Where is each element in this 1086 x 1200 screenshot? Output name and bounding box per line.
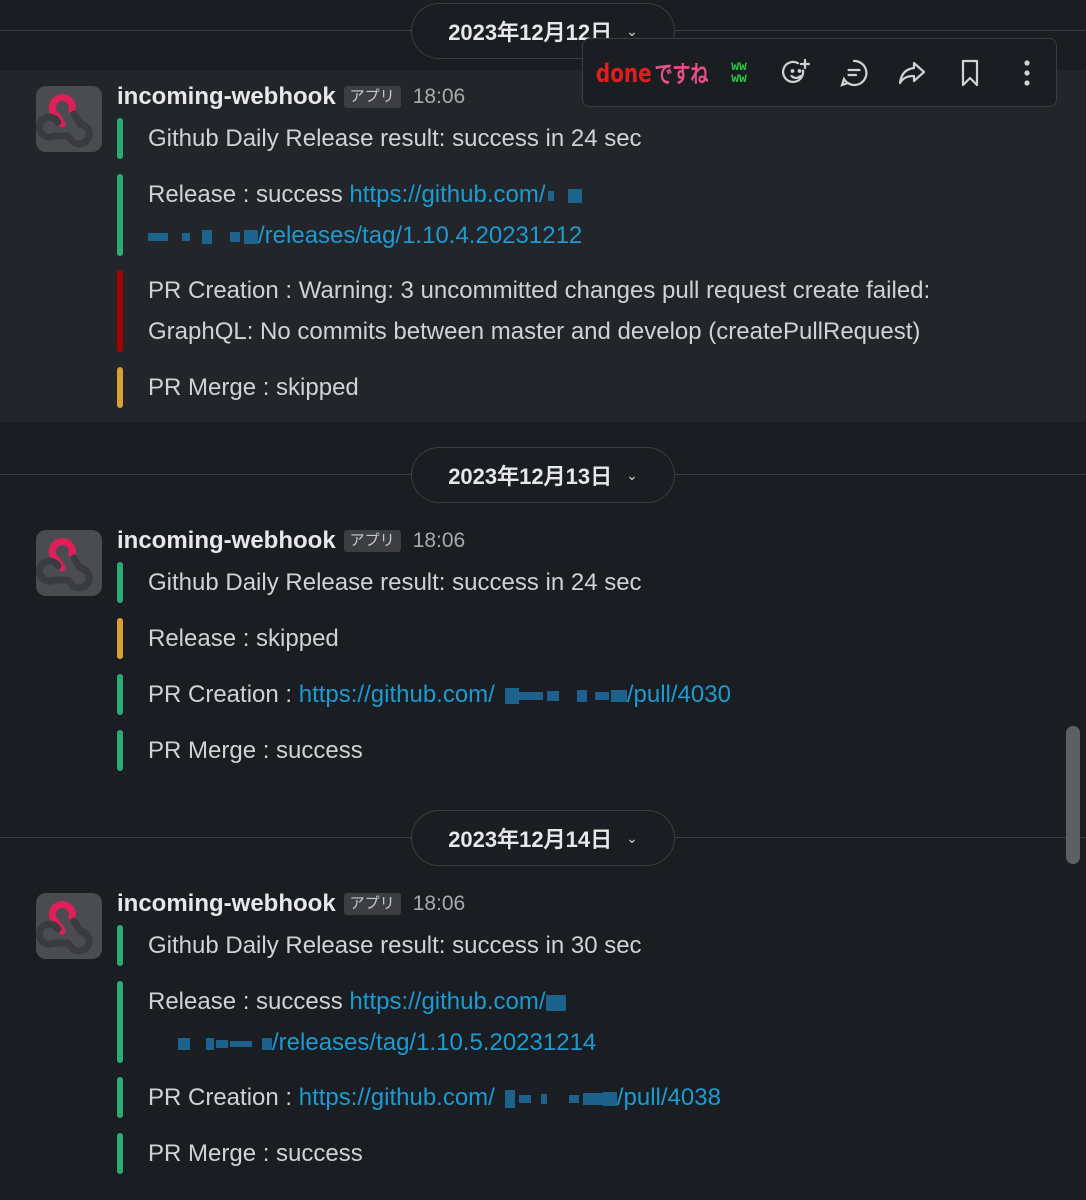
share-icon[interactable] [883,48,941,98]
release-link-continued[interactable]: /releases/tag/1.10.4.20231212 [148,222,582,249]
message-3[interactable]: incoming-webhook アプリ 18:06 Github Daily … [0,877,1086,1187]
message-1[interactable]: incoming-webhook アプリ 18:06 Github Daily … [0,70,1086,422]
bookmark-icon[interactable] [941,48,999,98]
summary-text: Github Daily Release result: success in … [148,932,642,959]
pr-merge-text: PR Merge : success [148,1140,363,1167]
pr-creation-label: PR Creation : [148,1084,299,1111]
attachment-pr-creation: PR Creation : Warning: 3 uncommitted cha… [117,270,930,352]
date-label: 2023年12月14日 [448,827,613,852]
reaction-desune[interactable]: ですね [653,48,711,98]
sender-name[interactable]: incoming-webhook [117,890,336,918]
date-divider: 2023年12月14日 ⌄ [0,810,1086,866]
reaction-www[interactable]: ww ww [710,48,768,98]
date-label: 2023年12月13日 [448,464,613,489]
release-label: Release : success [148,988,350,1015]
attachment-pr-merge: PR Merge : success [117,730,363,771]
attachment-release: Release : skipped [117,618,339,659]
webhook-avatar[interactable] [36,86,102,152]
sender-name[interactable]: incoming-webhook [117,527,336,555]
release-text: Release : skipped [148,625,339,652]
chevron-down-icon: ⌄ [626,829,638,846]
pr-creation-warning: PR Creation : Warning: 3 uncommitted cha… [148,277,931,304]
attachment-summary: Github Daily Release result: success in … [117,925,642,966]
reaction-done[interactable]: done [595,48,653,98]
scrollbar-thumb[interactable] [1066,726,1080,864]
sender-name[interactable]: incoming-webhook [117,83,336,111]
date-jump-button[interactable]: 2023年12月14日 ⌄ [411,810,675,866]
date-jump-button[interactable]: 2023年12月13日 ⌄ [411,447,675,503]
summary-text: Github Daily Release result: success in … [148,569,642,596]
date-divider: 2023年12月13日 ⌄ [0,447,1086,503]
pr-merge-text: PR Merge : success [148,737,363,764]
chevron-down-icon: ⌄ [626,466,638,483]
webhook-icon [36,94,93,148]
app-badge: アプリ [343,893,401,915]
attachment-release: Release : success https://github.com/ /r… [117,981,596,1063]
webhook-icon [36,538,93,592]
attachment-release: Release : success https://github.com/ /r… [117,174,582,256]
pr-creation-error: GraphQL: No commits between master and d… [148,318,921,345]
release-label: Release : success [148,181,350,208]
timestamp[interactable]: 18:06 [413,892,466,916]
app-badge: アプリ [343,86,401,108]
webhook-avatar[interactable] [36,530,102,596]
summary-text: Github Daily Release result: success in … [148,125,642,152]
webhook-icon [36,901,93,955]
attachment-pr-creation: PR Creation : https://github.com//pull/4… [117,1077,721,1118]
pr-link[interactable]: https://github.com//pull/4030 [299,681,731,708]
release-link[interactable]: https://github.com/ [349,181,582,208]
message-actions-toolbar: done ですね ww ww [582,38,1057,107]
more-actions-icon[interactable] [998,48,1056,98]
chevron-down-icon: ⌄ [626,22,638,39]
attachment-pr-merge: PR Merge : skipped [117,367,359,408]
pr-link[interactable]: https://github.com//pull/4038 [299,1084,721,1111]
webhook-avatar[interactable] [36,893,102,959]
app-badge: アプリ [343,530,401,552]
release-link-continued[interactable]: /releases/tag/1.10.5.20231214 [148,1029,596,1056]
reply-in-thread-icon[interactable] [826,48,884,98]
add-reaction-icon[interactable] [768,48,826,98]
timestamp[interactable]: 18:06 [413,85,466,109]
release-link[interactable]: https://github.com/ [349,988,566,1015]
attachment-pr-creation: PR Creation : https://github.com//pull/4… [117,674,731,715]
attachment-summary: Github Daily Release result: success in … [117,118,642,159]
attachment-pr-merge: PR Merge : success [117,1133,363,1174]
pr-merge-text: PR Merge : skipped [148,374,359,401]
attachment-summary: Github Daily Release result: success in … [117,562,642,603]
timestamp[interactable]: 18:06 [413,529,466,553]
message-2[interactable]: incoming-webhook アプリ 18:06 Github Daily … [0,514,1086,784]
pr-creation-label: PR Creation : [148,681,299,708]
